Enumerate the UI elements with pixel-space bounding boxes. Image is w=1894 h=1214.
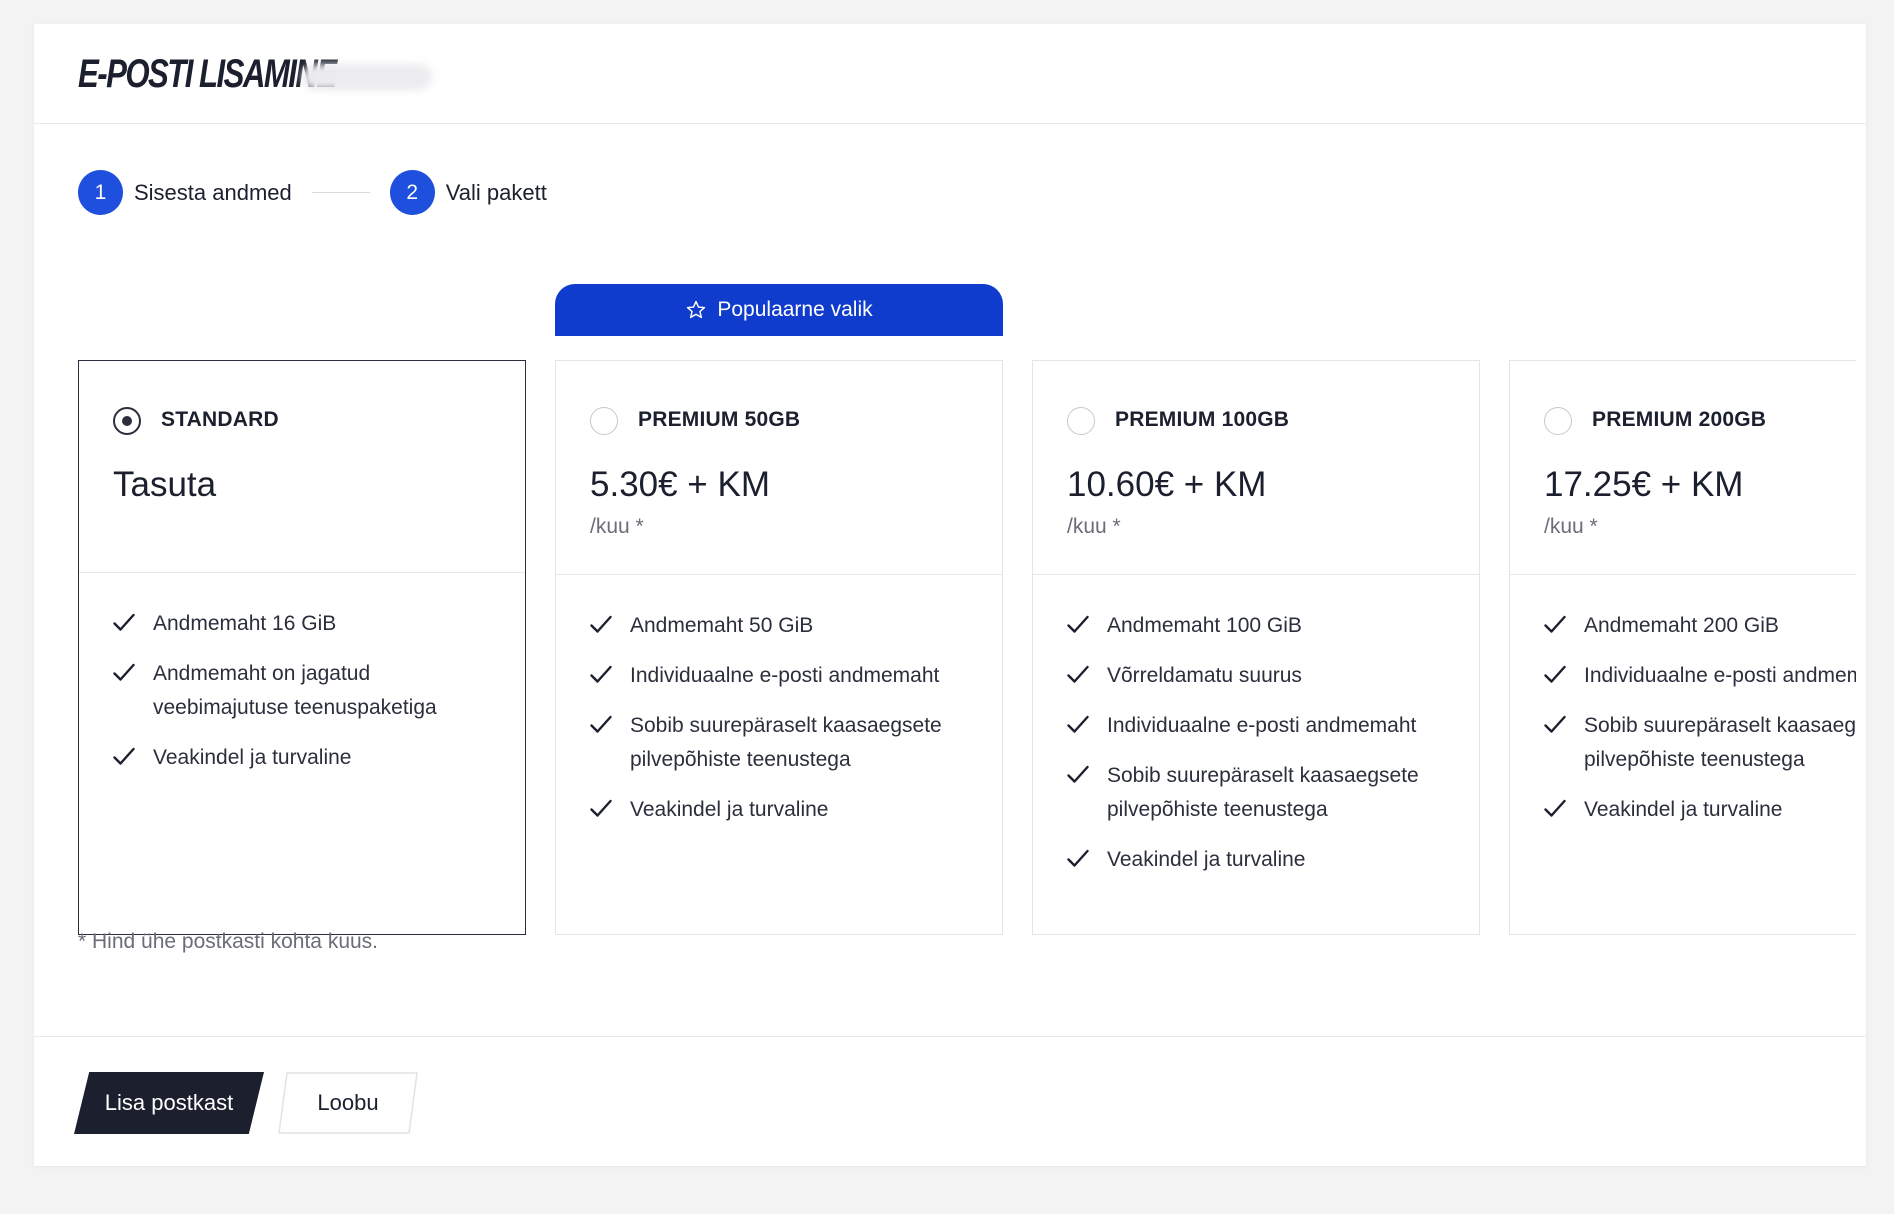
feature-text: Individuaalne e-posti andmemaht	[630, 664, 940, 687]
feature-item: Veakindel ja turvaline	[590, 793, 1002, 827]
step-label: Sisesta andmed	[134, 179, 292, 205]
feature-text: veebimajutuse teenuspaketiga	[153, 696, 437, 719]
plan-card-header: PREMIUM 50GB 5.30€ + KM /kuu *	[556, 361, 1002, 575]
feature-text: Andmemaht 100 GiB	[1107, 614, 1302, 637]
plan-name: PREMIUM 200GB	[1592, 408, 1767, 431]
feature-text: Individuaalne e-posti andmemaht	[1584, 664, 1856, 687]
plan-radio[interactable]	[590, 407, 618, 435]
plan-card-header: PREMIUM 200GB 17.25€ + KM /kuu *	[1510, 361, 1856, 575]
add-email-modal: E-POSTI LISAMINE 1 Sisesta andmed 2 Vali…	[34, 24, 1866, 1166]
check-icon	[1544, 799, 1566, 817]
step-label: Vali pakett	[445, 179, 547, 205]
plan-card-standard[interactable]: STANDARD Tasuta Andmemaht 16 GiB Andmema…	[78, 360, 526, 935]
feature-text: Võrreldamatu suurus	[1107, 664, 1302, 687]
check-icon	[113, 747, 135, 765]
plan-radio[interactable]	[1067, 407, 1095, 435]
plan-card-premium-50gb[interactable]: PREMIUM 50GB 5.30€ + KM /kuu * Andmemaht…	[555, 360, 1003, 935]
plan-card-premium-100gb[interactable]: PREMIUM 100GB 10.60€ + KM /kuu * Andmema…	[1032, 360, 1480, 935]
plan-name: PREMIUM 50GB	[638, 408, 801, 431]
plan-price: Tasuta	[113, 465, 217, 504]
plan-price: 17.25€ + KM	[1544, 465, 1744, 504]
feature-text: Veakindel ja turvaline	[1584, 798, 1783, 821]
plan-radio[interactable]	[113, 407, 141, 435]
feature-item: Andmemaht on jagatud veebimajutuse teenu…	[113, 657, 525, 725]
feature-text: Andmemaht 200 GiB	[1584, 614, 1779, 637]
plan-price: 10.60€ + KM	[1067, 465, 1267, 504]
feature-item: Veakindel ja turvaline	[1067, 843, 1479, 877]
feature-text: Veakindel ja turvaline	[630, 798, 829, 821]
feature-item: Veakindel ja turvaline	[1544, 793, 1856, 827]
feature-list: Andmemaht 50 GiB Individuaalne e-posti a…	[556, 575, 1002, 827]
check-icon	[1067, 665, 1089, 683]
feature-text: pilvepõhiste teenustega	[630, 748, 851, 771]
step-1[interactable]: 1 Sisesta andmed	[78, 170, 292, 215]
feature-item: Individuaalne e-posti andmemaht	[590, 659, 1002, 693]
plan-period: /kuu *	[1544, 515, 1598, 538]
check-icon	[590, 715, 612, 733]
plan-period: /kuu *	[1067, 515, 1121, 538]
feature-text: Andmemaht 50 GiB	[630, 614, 814, 637]
feature-text: Sobib suurepäraselt kaasaegsete	[1584, 714, 1856, 737]
check-icon	[1544, 715, 1566, 733]
feature-item: Andmemaht 200 GiB	[1544, 609, 1856, 643]
feature-text: Sobib suurepäraselt kaasaegsete	[630, 714, 942, 737]
check-icon	[1067, 615, 1089, 633]
add-mailbox-button[interactable]: Lisa postkast	[74, 1072, 264, 1134]
feature-text: Sobib suurepäraselt kaasaegsete	[1107, 764, 1419, 787]
check-icon	[113, 613, 135, 631]
feature-text: Veakindel ja turvaline	[1107, 848, 1306, 871]
check-icon	[113, 663, 135, 681]
feature-text: Veakindel ja turvaline	[153, 746, 352, 769]
step-number: 1	[78, 170, 123, 215]
redacted-domain	[302, 64, 432, 90]
feature-item: Andmemaht 50 GiB	[590, 609, 1002, 643]
check-icon	[1067, 849, 1089, 867]
plan-card-header: PREMIUM 100GB 10.60€ + KM /kuu *	[1033, 361, 1479, 575]
step-number: 2	[389, 170, 435, 215]
plan-card-header: STANDARD Tasuta	[79, 361, 525, 573]
check-icon	[1544, 615, 1566, 633]
page-title: E-POSTI LISAMINE	[78, 52, 337, 96]
feature-text: pilvepõhiste teenustega	[1584, 748, 1805, 771]
feature-item: Individuaalne e-posti andmemaht	[1544, 659, 1856, 693]
plan-cards: STANDARD Tasuta Andmemaht 16 GiB Andmema…	[78, 284, 1856, 944]
cancel-button[interactable]: Loobu	[278, 1072, 418, 1134]
plan-card-premium-200gb[interactable]: PREMIUM 200GB 17.25€ + KM /kuu * Andmema…	[1509, 360, 1856, 935]
price-footnote: * Hind ühe postkasti kohta kuus.	[78, 930, 379, 953]
feature-list: Andmemaht 16 GiB Andmemaht on jagatud ve…	[79, 573, 525, 775]
feature-list: Andmemaht 100 GiB Võrreldamatu suurus In…	[1033, 575, 1479, 877]
feature-item: Andmemaht 16 GiB	[113, 607, 525, 641]
cancel-button-label: Loobu	[317, 1090, 379, 1115]
feature-text: Andmemaht on jagatud	[153, 662, 371, 685]
feature-item: Sobib suurepäraselt kaasaegsete pilvepõh…	[1067, 759, 1479, 827]
feature-item: Veakindel ja turvaline	[113, 741, 525, 775]
feature-item: Andmemaht 100 GiB	[1067, 609, 1479, 643]
check-icon	[590, 615, 612, 633]
feature-text: Andmemaht 16 GiB	[153, 612, 337, 635]
plan-price: 5.30€ + KM	[590, 465, 770, 504]
feature-item: Võrreldamatu suurus	[1067, 659, 1479, 693]
plan-name: STANDARD	[161, 408, 279, 431]
check-icon	[1067, 765, 1089, 783]
plan-name: PREMIUM 100GB	[1115, 408, 1290, 431]
feature-text: Individuaalne e-posti andmemaht	[1107, 714, 1417, 737]
feature-text: pilvepõhiste teenustega	[1107, 798, 1328, 821]
step-2[interactable]: 2 Vali pakett	[389, 170, 547, 215]
check-icon	[1544, 665, 1566, 683]
plan-period: /kuu *	[590, 515, 644, 538]
feature-item: Sobib suurepäraselt kaasaegsete pilvepõh…	[1544, 709, 1856, 777]
check-icon	[1067, 715, 1089, 733]
check-icon	[590, 799, 612, 817]
step-connector	[311, 192, 370, 193]
plan-radio[interactable]	[1544, 407, 1572, 435]
check-icon	[590, 665, 612, 683]
feature-item: Sobib suurepäraselt kaasaegsete pilvepõh…	[590, 709, 1002, 777]
feature-item: Individuaalne e-posti andmemaht	[1067, 709, 1479, 743]
stepper: 1 Sisesta andmed 2 Vali pakett	[78, 170, 547, 215]
modal-header: E-POSTI LISAMINE	[34, 24, 1866, 124]
feature-list: Andmemaht 200 GiB Individuaalne e-posti …	[1510, 575, 1856, 827]
